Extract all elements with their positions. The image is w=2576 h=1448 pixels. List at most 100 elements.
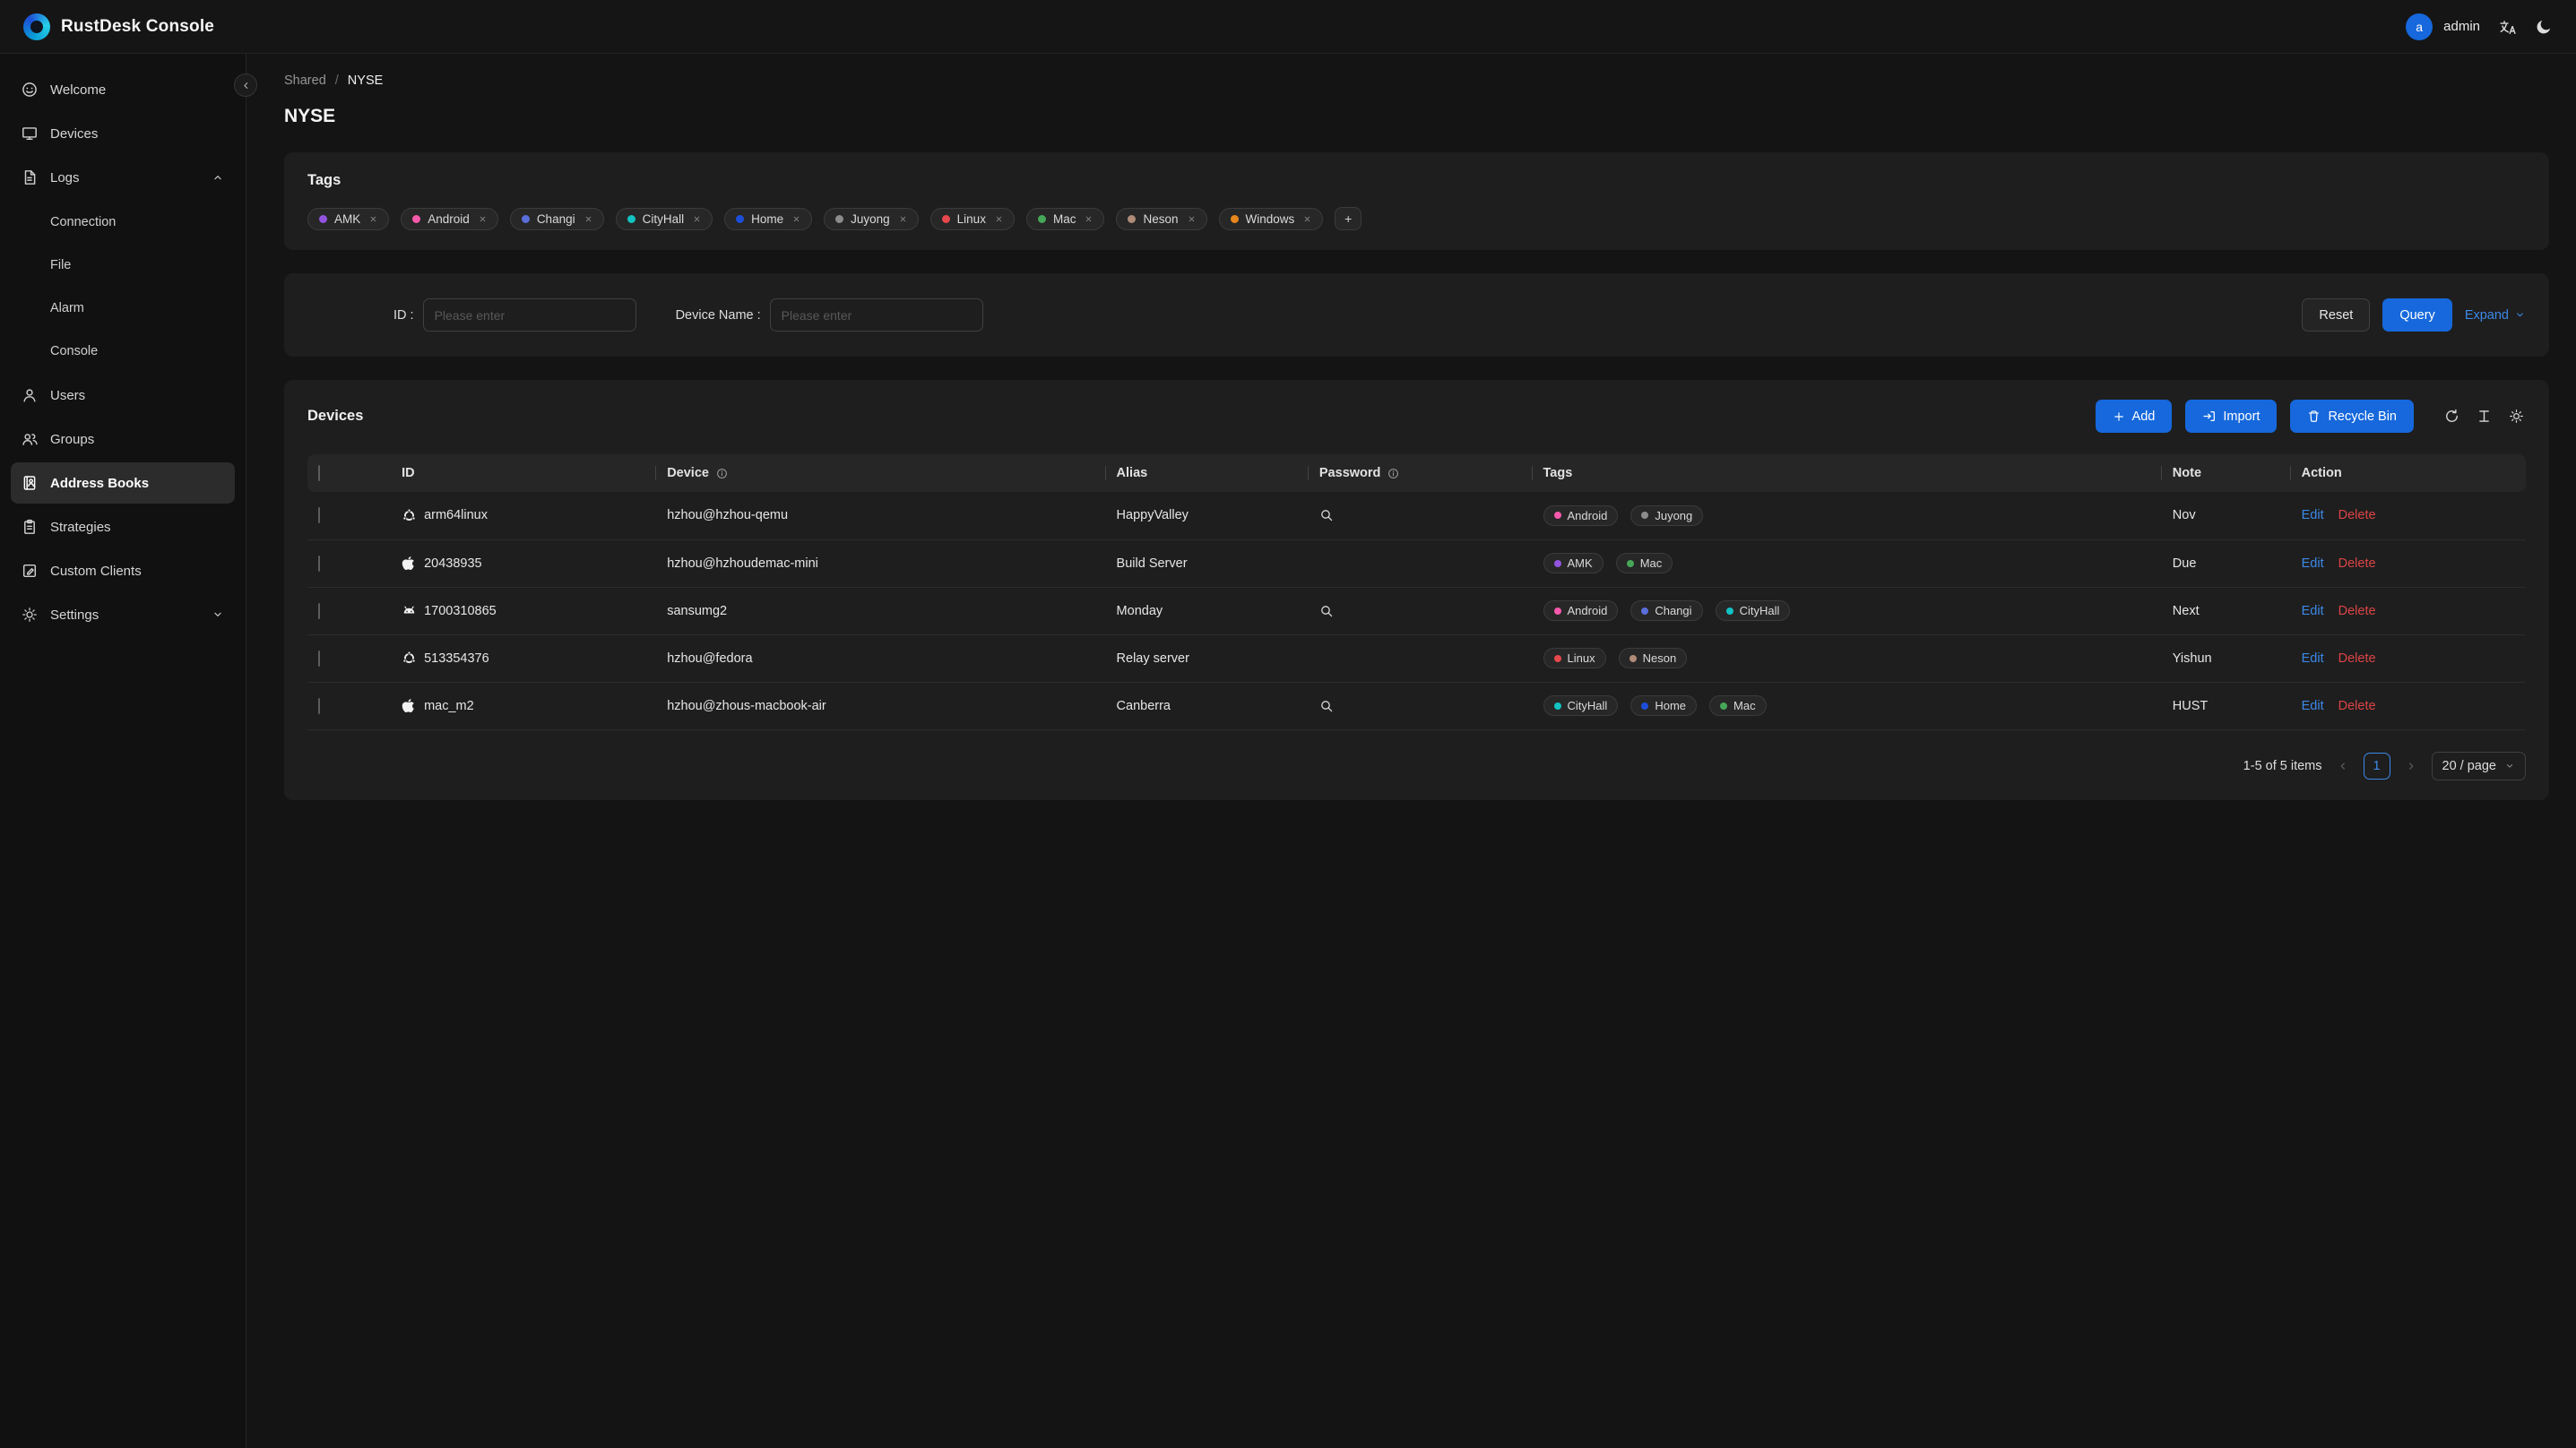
close-icon[interactable] <box>479 215 487 223</box>
recycle-bin-button[interactable]: Recycle Bin <box>2290 400 2414 433</box>
expand-link[interactable]: Expand <box>2465 308 2526 323</box>
edit-link[interactable]: Edit <box>2302 651 2324 666</box>
row-checkbox[interactable] <box>318 555 320 572</box>
reveal-password-search-icon[interactable] <box>1319 604 1522 618</box>
reveal-password-search-icon[interactable] <box>1319 508 1522 522</box>
sidebar-item-strategies[interactable]: Strategies <box>11 506 235 547</box>
device-alias: HappyValley <box>1116 508 1189 523</box>
language-icon[interactable] <box>2498 19 2518 35</box>
tag-chip-neson[interactable]: Neson <box>1116 207 1207 230</box>
previous-page-chevron-left-icon[interactable] <box>2337 760 2349 772</box>
close-icon[interactable] <box>899 215 907 223</box>
user-name[interactable]: admin <box>2443 19 2480 34</box>
apple-icon <box>402 698 417 713</box>
sidebar-item-console[interactable]: Console <box>11 330 235 372</box>
breadcrumb-current: NYSE <box>347 73 384 88</box>
info-icon[interactable] <box>1387 468 1399 479</box>
trash-icon <box>2307 409 2321 423</box>
avatar[interactable]: a <box>2406 13 2433 40</box>
device-alias: Relay server <box>1116 651 1189 666</box>
page-size-select[interactable]: 20 / page <box>2431 751 2526 780</box>
close-icon[interactable] <box>1303 215 1311 223</box>
close-icon[interactable] <box>584 215 592 223</box>
breadcrumb-shared[interactable]: Shared <box>284 73 326 88</box>
row-checkbox[interactable] <box>318 697 320 714</box>
row-checkbox[interactable] <box>318 650 320 667</box>
sidebar-item-users[interactable]: Users <box>11 375 235 416</box>
document-icon <box>22 169 38 185</box>
address-book-icon <box>22 475 38 491</box>
sidebar-item-devices[interactable]: Devices <box>11 113 235 154</box>
close-icon[interactable] <box>1085 215 1093 223</box>
clipboard-icon <box>22 519 38 535</box>
id-input[interactable] <box>422 298 636 332</box>
ubuntu-icon <box>402 651 417 666</box>
tag-color-dot <box>627 214 635 223</box>
next-page-chevron-right-icon[interactable] <box>2405 760 2417 772</box>
tag-chip-mac[interactable]: Mac <box>1025 207 1105 230</box>
delete-link[interactable]: Delete <box>2338 508 2376 522</box>
device-name-input[interactable] <box>769 298 983 332</box>
edit-link[interactable]: Edit <box>2302 508 2324 522</box>
tag-color-dot <box>1641 607 1649 615</box>
info-icon[interactable] <box>716 468 728 479</box>
sidebar-item-settings[interactable]: Settings <box>11 594 235 635</box>
row-tag: Neson <box>1618 648 1688 668</box>
row-checkbox[interactable] <box>318 602 320 619</box>
sidebar-item-address-books[interactable]: Address Books <box>11 462 235 504</box>
sidebar-collapse-button[interactable] <box>234 73 257 97</box>
tag-chip-juyong[interactable]: Juyong <box>824 207 919 230</box>
tag-chip-home[interactable]: Home <box>724 207 813 230</box>
close-icon[interactable] <box>1188 215 1196 223</box>
reveal-password-search-icon[interactable] <box>1319 699 1522 713</box>
table-settings-gear-icon[interactable] <box>2507 407 2526 426</box>
import-button[interactable]: Import <box>2185 400 2278 433</box>
delete-link[interactable]: Delete <box>2338 604 2376 618</box>
edit-link[interactable]: Edit <box>2302 604 2324 618</box>
sidebar-item-logs[interactable]: Logs <box>11 157 235 198</box>
query-button[interactable]: Query <box>2382 298 2452 332</box>
tag-color-dot <box>835 214 844 223</box>
tag-chip-windows[interactable]: Windows <box>1218 207 1324 230</box>
tag-chip-cityhall[interactable]: CityHall <box>615 207 713 230</box>
delete-link[interactable]: Delete <box>2338 556 2376 571</box>
sidebar-item-alarm[interactable]: Alarm <box>11 287 235 329</box>
tag-chip-android[interactable]: Android <box>401 207 498 230</box>
reset-button[interactable]: Reset <box>2302 298 2371 332</box>
sidebar-item-groups[interactable]: Groups <box>11 418 235 460</box>
tags-card-title: Tags <box>307 172 341 188</box>
sidebar-item-custom-clients[interactable]: Custom Clients <box>11 550 235 591</box>
tag-chip-changi[interactable]: Changi <box>509 207 604 230</box>
add-tag-button[interactable]: + <box>1335 207 1362 230</box>
close-icon[interactable] <box>693 215 701 223</box>
row-tag: Android <box>1543 600 1619 621</box>
row-tag: Mac <box>1615 553 1673 573</box>
tag-chip-amk[interactable]: AMK <box>307 207 390 230</box>
close-icon[interactable] <box>995 215 1003 223</box>
sidebar-item-connection[interactable]: Connection <box>11 201 235 243</box>
sidebar-item-welcome[interactable]: Welcome <box>11 69 235 110</box>
column-height-icon[interactable] <box>2475 407 2494 426</box>
close-icon[interactable] <box>792 215 800 223</box>
edit-link[interactable]: Edit <box>2302 556 2324 571</box>
tag-chip-linux[interactable]: Linux <box>929 207 1015 230</box>
breadcrumb: Shared / NYSE <box>284 73 2549 88</box>
refresh-icon[interactable] <box>2442 407 2461 426</box>
chevron-up-icon <box>212 171 224 184</box>
edit-link[interactable]: Edit <box>2302 699 2324 713</box>
delete-link[interactable]: Delete <box>2338 651 2376 666</box>
row-checkbox[interactable] <box>318 507 320 524</box>
close-icon[interactable] <box>369 215 377 223</box>
device-id: 1700310865 <box>424 603 497 618</box>
row-tag: Juyong <box>1630 504 1704 526</box>
tag-color-dot <box>941 214 950 223</box>
dark-mode-toggle-moon-icon[interactable] <box>2536 18 2553 35</box>
sidebar-item-file[interactable]: File <box>11 244 235 286</box>
page-number-button[interactable]: 1 <box>2363 752 2390 780</box>
add-button[interactable]: Add <box>2095 400 2173 433</box>
select-all-checkbox[interactable] <box>318 465 320 481</box>
device-name: hzhou@hzhou-qemu <box>667 508 789 523</box>
column-header-device: Device <box>667 466 709 480</box>
delete-link[interactable]: Delete <box>2338 699 2376 713</box>
tag-color-dot <box>1720 702 1728 710</box>
